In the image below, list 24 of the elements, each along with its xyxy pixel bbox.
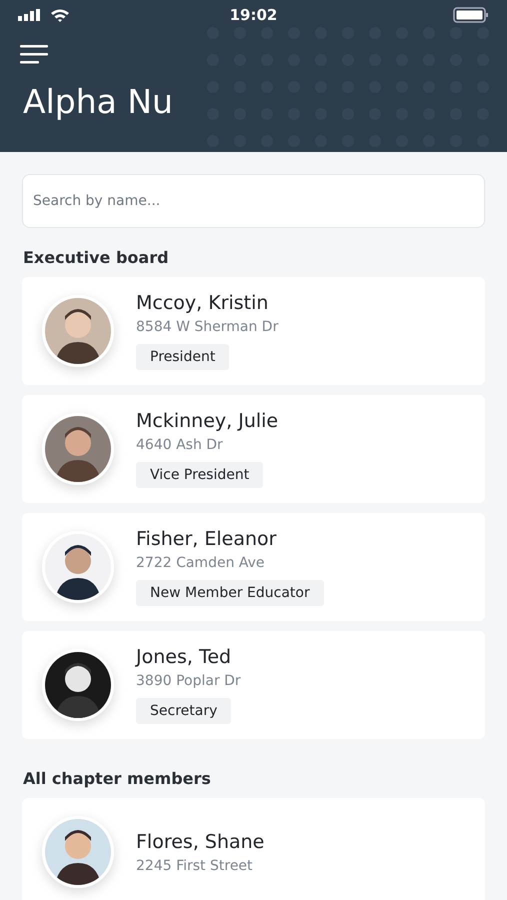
search-field[interactable]: Search by name... [22,174,485,228]
member-name: Mccoy, Kristin [136,292,268,314]
role-tag: President [136,344,230,370]
role-tag: Vice President [136,462,264,488]
role-tag: New Member Educator [136,580,324,606]
role-tag: Secretary [136,698,232,724]
section-title: Executive board [23,248,170,267]
member-address: 8584 W Sherman Dr [136,319,278,335]
member-address: 2722 Camden Ave [136,555,265,571]
member-card[interactable]: Mckinney, Julie 4640 Ash Dr Vice President [22,395,485,503]
member-card[interactable]: Jones, Ted 3890 Poplar Dr Secretary [22,631,485,739]
member-card[interactable]: Mccoy, Kristin 8584 W Sherman Dr President [22,277,485,385]
member-address: 3890 Poplar Dr [136,673,241,689]
section-title: All chapter members [23,769,212,788]
page-title: Alpha Nu [23,82,174,122]
member-card[interactable]: Flores, Shane 2245 First Street [22,798,485,900]
member-name: Fisher, Eleanor [136,528,276,550]
member-address: 4640 Ash Dr [136,437,223,453]
member-name: Jones, Ted [136,646,232,668]
member-name: Flores, Shane [136,830,264,852]
member-address: 2245 First Street [136,858,253,874]
member-name: Mckinney, Julie [136,410,278,432]
member-card[interactable]: Fisher, Eleanor 2722 Camden Ave New Member Educator [22,513,485,621]
status-time: 19:02 [230,6,278,24]
